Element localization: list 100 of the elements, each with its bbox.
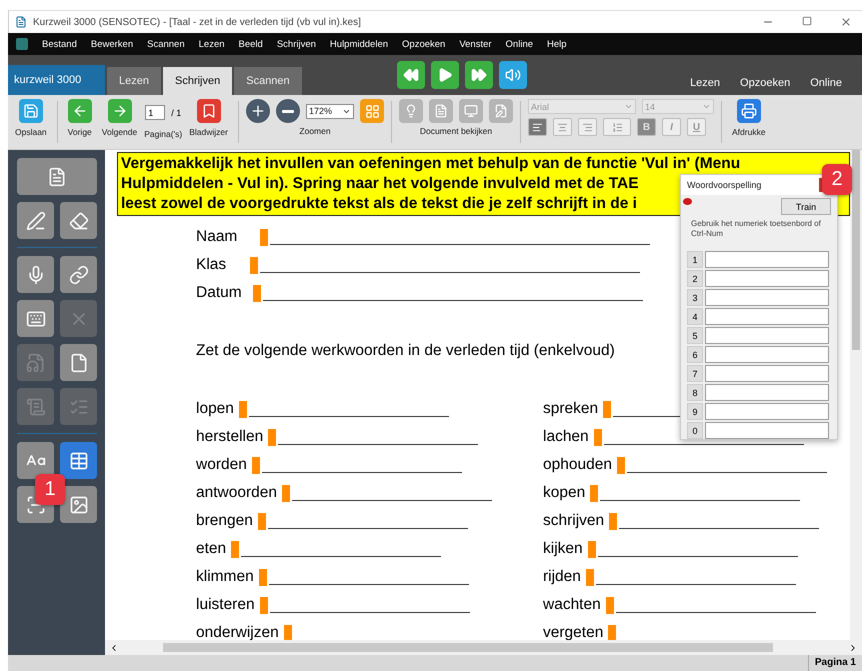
step-number-tooltip: 1	[35, 474, 65, 505]
lightbulb-button[interactable]	[399, 99, 423, 123]
fast-forward-button[interactable]	[464, 61, 493, 89]
arrow-right-icon	[112, 103, 128, 119]
zoom-label: Zoomen	[299, 126, 331, 136]
zoom-select[interactable]: 172%	[306, 104, 354, 118]
link-button[interactable]	[60, 256, 97, 293]
edit-document-button[interactable]	[489, 99, 513, 123]
suggestion-field[interactable]	[705, 308, 829, 325]
instruction-text: Hulpmiddelen - Vul in). Spring naar het volgende invulveld met de TAE	[121, 174, 639, 194]
previous-button[interactable]: Vorige	[64, 99, 95, 149]
input-marker	[231, 541, 240, 558]
input-marker	[253, 285, 261, 302]
table-button[interactable]	[60, 442, 97, 479]
suggestion-field[interactable]	[705, 365, 829, 382]
image-icon	[68, 494, 88, 514]
lightbulb-icon	[404, 104, 418, 118]
file-button[interactable]	[60, 344, 97, 381]
close-button[interactable]	[840, 16, 852, 28]
menu-item[interactable]: Venster	[459, 38, 492, 50]
speaker-button[interactable]	[498, 61, 527, 89]
save-button[interactable]: Opslaan	[12, 99, 50, 149]
nav-link[interactable]: Opzoeken	[740, 77, 790, 89]
align-button[interactable]	[553, 118, 572, 136]
menu-item[interactable]: Lezen	[198, 38, 225, 50]
input-marker	[603, 401, 612, 418]
image-button[interactable]	[60, 486, 97, 523]
input-marker	[268, 429, 276, 446]
app-logo: kurzweil 3000	[8, 65, 105, 95]
menu-item[interactable]: Scannen	[147, 38, 185, 50]
file-icon	[68, 352, 88, 372]
align-button[interactable]	[578, 118, 597, 136]
zoom-in-button[interactable]	[246, 99, 270, 123]
pen-button[interactable]	[17, 202, 54, 239]
suggestion-field[interactable]	[705, 251, 829, 268]
play-button[interactable]	[430, 61, 459, 89]
monitor-icon	[464, 104, 478, 118]
print-button[interactable]: Afdrukke	[729, 99, 769, 149]
zoom-out-button[interactable]	[276, 99, 300, 123]
field-label: Naam	[196, 228, 238, 246]
horizontal-scrollbar[interactable]	[105, 640, 862, 655]
menu-item[interactable]: Beeld	[238, 38, 263, 50]
tab[interactable]: Lezen	[107, 67, 161, 95]
keyboard-icon	[26, 308, 46, 328]
suggestion-field[interactable]	[705, 289, 829, 306]
next-button[interactable]: Volgende	[98, 99, 140, 149]
grid-button[interactable]	[360, 99, 384, 123]
suggestion-field[interactable]	[705, 346, 829, 363]
document-icon	[434, 104, 448, 118]
keyboard-button[interactable]	[17, 300, 54, 337]
slot-number: 6	[687, 346, 703, 363]
bookmark-button[interactable]: Bladwijzer	[186, 99, 231, 149]
input-marker	[606, 597, 614, 614]
menu-item[interactable]: Bewerken	[90, 38, 134, 50]
menu-item[interactable]: Hulpmiddelen	[330, 38, 388, 50]
suggestion-field[interactable]	[705, 403, 829, 420]
suggestion-field[interactable]	[705, 422, 829, 439]
menu-item[interactable]: Bestand	[42, 38, 77, 50]
verb-label: luisteren	[196, 596, 255, 614]
suggestion-field[interactable]	[705, 327, 829, 344]
menu-item[interactable]: Schrijven	[276, 38, 316, 50]
verb-label: wachten	[543, 596, 601, 614]
document-button[interactable]	[429, 99, 453, 123]
train-button[interactable]: Train	[781, 198, 831, 215]
align-button[interactable]	[528, 118, 547, 136]
edit-document-icon	[494, 104, 508, 118]
tab[interactable]: Schrijven	[162, 67, 232, 95]
arrow-left-icon	[72, 103, 88, 119]
slot-number: 5	[687, 327, 703, 344]
microphone-button[interactable]	[17, 256, 54, 293]
slot-number: 0	[687, 422, 703, 439]
monitor-button[interactable]	[459, 99, 483, 123]
page-field[interactable]: 1	[145, 105, 166, 120]
text-case-button[interactable]	[17, 442, 54, 479]
menu-item[interactable]: Opzoeken	[402, 38, 446, 50]
nav-link[interactable]: Lezen	[690, 77, 720, 89]
menu-item[interactable]: Help	[547, 38, 567, 50]
eraser-button[interactable]	[60, 202, 97, 239]
verb-label: schrijven	[543, 512, 604, 530]
verb-label: lachen	[543, 428, 589, 446]
pages-label: Pagina('s)	[144, 129, 182, 139]
maximize-button[interactable]	[802, 16, 812, 26]
eraser-icon	[68, 210, 88, 230]
suggestion-field[interactable]	[705, 384, 829, 401]
field-label: Klas	[196, 256, 228, 274]
menu-item[interactable]: Online	[506, 38, 534, 50]
slot-number: 3	[687, 289, 703, 306]
suggestion-field[interactable]	[705, 270, 829, 287]
input-marker	[609, 513, 618, 530]
nav-link[interactable]: Online	[810, 77, 842, 89]
verb-label: lopen	[196, 400, 234, 418]
input-marker	[594, 429, 602, 446]
align-left-icon	[532, 122, 543, 132]
vertical-scrollbar[interactable]	[850, 150, 862, 640]
verb-label: onderwijzen	[196, 624, 279, 642]
table-icon	[68, 450, 88, 470]
tab[interactable]: Scannen	[234, 67, 302, 95]
rewind-button[interactable]	[396, 61, 425, 89]
document-button[interactable]	[17, 158, 97, 195]
list-button[interactable]	[603, 118, 631, 136]
